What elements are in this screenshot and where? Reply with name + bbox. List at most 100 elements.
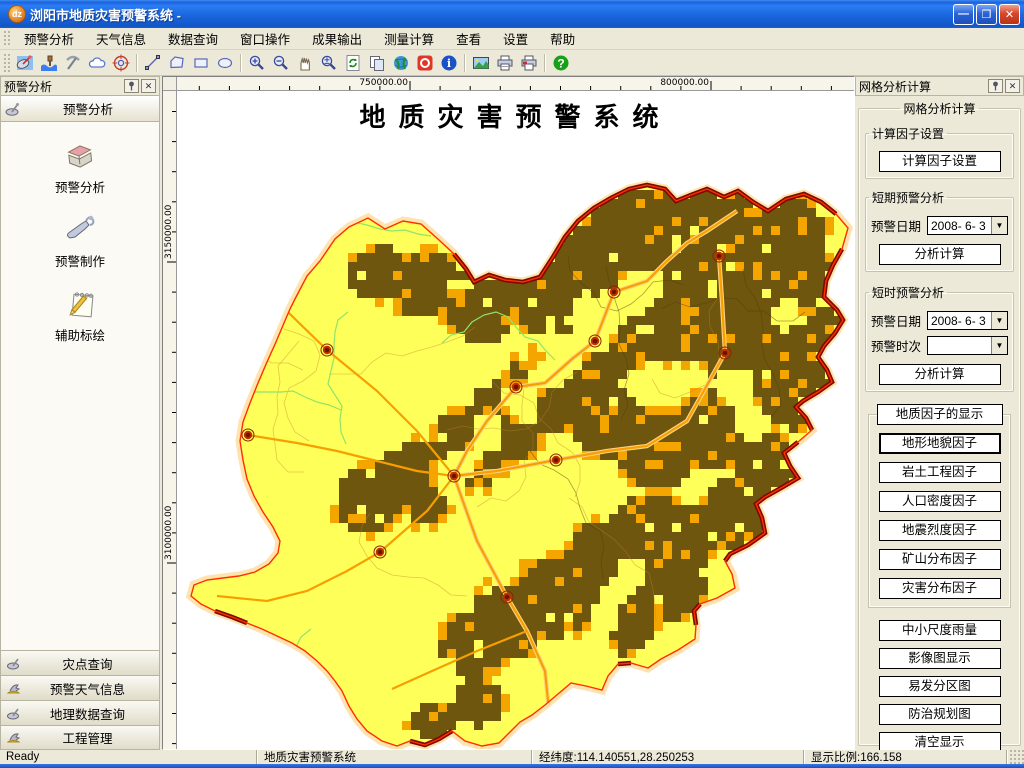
water-hammer-button[interactable] [37, 52, 61, 74]
close-button[interactable]: ✕ [999, 4, 1020, 25]
pan-hand-button[interactable] [293, 52, 317, 74]
ruler-corner [163, 77, 177, 91]
ruler-label-y1: 3150000.00 [164, 191, 174, 259]
toolbar: i ? [0, 50, 1024, 76]
warning-date2-value: 2008- 6- 3 [928, 312, 991, 329]
sidebar-item-geo-data-query[interactable]: 地理数据查询 [0, 700, 160, 725]
sidebar-item-project-manage[interactable]: 工程管理 [0, 725, 160, 750]
sidebar-item-aux-plotting[interactable]: 辅助标绘 [1, 286, 159, 344]
susceptibility-map-button[interactable]: 易发分区图 [879, 676, 1001, 697]
sidebar-item-warning-analysis[interactable]: 预警分析 [1, 138, 159, 196]
left-panel-body: 预警分析 预警制作 辅助标绘 [0, 122, 160, 650]
zoom-in-button[interactable] [245, 52, 269, 74]
sidebar-item-warning-making[interactable]: 预警制作 [1, 212, 159, 270]
ruler-label-y2: 3100000.00 [164, 492, 174, 560]
toolbar-grip[interactable] [3, 53, 10, 73]
draw-polygon-button[interactable] [165, 52, 189, 74]
warning-date-label: 预警日期 [871, 216, 927, 235]
sidebar-item-label: 预警制作 [55, 251, 105, 270]
menu-settings[interactable]: 设置 [492, 28, 539, 49]
restore-button[interactable]: ❐ [976, 4, 997, 25]
globe-button[interactable] [389, 52, 413, 74]
refresh-icon [344, 54, 362, 72]
target-icon [112, 54, 130, 72]
aux-plotting-icon [62, 286, 98, 322]
zoom-out-button[interactable] [269, 52, 293, 74]
immediate-analyze-button[interactable]: 分析计算 [879, 364, 1001, 385]
rainfall-scale-button[interactable]: 中小尺度雨量 [879, 620, 1001, 641]
chevron-down-icon[interactable]: ▼ [991, 217, 1007, 234]
image-view-icon [472, 54, 490, 72]
minimize-button[interactable]: — [953, 4, 974, 25]
close-panel-button[interactable]: ✕ [1005, 79, 1020, 93]
factor-mine-button[interactable]: 矿山分布因子 [879, 549, 1001, 570]
zoom-extent-button[interactable] [317, 52, 341, 74]
menu-result-output[interactable]: 成果输出 [301, 28, 373, 49]
menu-bar: 预警分析 天气信息 数据查询 窗口操作 成果输出 测量计算 查看 设置 帮助 [0, 28, 1024, 50]
compass-icon [6, 656, 21, 671]
warning-date2-combo[interactable]: 2008- 6- 3 ▼ [927, 311, 1008, 330]
warning-date-value: 2008- 6- 3 [928, 217, 991, 234]
app-icon: dz [8, 5, 26, 23]
map-canvas[interactable]: 地质灾害预警系统 [177, 91, 854, 749]
image-view-button[interactable] [469, 52, 493, 74]
sidebar-item-warning-weather[interactable]: 预警天气信息 [0, 675, 160, 700]
info-button[interactable]: i [437, 52, 461, 74]
factor-terrain-button[interactable]: 地形地貌因子 [879, 433, 1001, 454]
close-panel-button[interactable]: ✕ [141, 79, 156, 93]
warning-date-combo[interactable]: 2008- 6- 3 ▼ [927, 216, 1008, 235]
toolbar-separator [464, 54, 466, 72]
satellite-dish-button[interactable] [13, 52, 37, 74]
factor-disaster-button[interactable]: 灾害分布因子 [879, 578, 1001, 599]
menu-grip[interactable] [3, 30, 10, 47]
menu-data-query[interactable]: 数据查询 [157, 28, 229, 49]
cloud-icon [88, 54, 106, 72]
draw-rectangle-button[interactable] [189, 52, 213, 74]
factor-display-header-button[interactable]: 地质因子的显示 [877, 404, 1003, 425]
menu-view[interactable]: 查看 [445, 28, 492, 49]
short-term-analyze-button[interactable]: 分析计算 [879, 244, 1001, 265]
pin-button[interactable] [988, 79, 1003, 93]
resize-grip[interactable] [1008, 750, 1024, 764]
compass-icon [5, 101, 21, 117]
calc-factor-setting-button[interactable]: 计算因子设置 [879, 151, 1001, 172]
sidebar-item-disaster-query[interactable]: 灾点查询 [0, 650, 160, 675]
factor-geotech-button[interactable]: 岩土工程因子 [879, 462, 1001, 483]
chevron-down-icon[interactable]: ▼ [991, 312, 1007, 329]
draw-ellipse-icon [216, 54, 234, 72]
cloud-button[interactable] [85, 52, 109, 74]
menu-measure-calc[interactable]: 测量计算 [373, 28, 445, 49]
compass-icon [6, 706, 21, 721]
draw-ellipse-button[interactable] [213, 52, 237, 74]
factor-seismic-button[interactable]: 地震烈度因子 [879, 520, 1001, 541]
immediate-group: 短时预警分析 预警日期 2008- 6- 3 ▼ 预警时次 ▼ 分析计算 [865, 284, 1014, 392]
image-display-button[interactable]: 影像图显示 [879, 648, 1001, 669]
warning-making-icon [62, 212, 98, 248]
ruler-left: 3150000.00 3100000.00 [163, 91, 177, 749]
menu-warning-analysis[interactable]: 预警分析 [13, 28, 85, 49]
factor-population-button[interactable]: 人口密度因子 [879, 491, 1001, 512]
refresh-button[interactable] [341, 52, 365, 74]
draw-rectangle-icon [192, 54, 210, 72]
sidebar-bar-label: 工程管理 [21, 728, 154, 747]
menu-help[interactable]: 帮助 [539, 28, 586, 49]
warning-time-combo[interactable]: ▼ [927, 336, 1008, 355]
prevention-plan-button[interactable]: 防治规划图 [879, 704, 1001, 725]
chevron-down-icon[interactable]: ▼ [991, 337, 1007, 354]
print-setup-button[interactable] [517, 52, 541, 74]
target-button[interactable] [109, 52, 133, 74]
stop-button[interactable] [413, 52, 437, 74]
print-button[interactable] [493, 52, 517, 74]
draw-line-button[interactable] [141, 52, 165, 74]
window-titlebar: dz 浏阳市地质灾害预警系统 - — ❐ ✕ [0, 0, 1024, 28]
immediate-group-label: 短时预警分析 [869, 284, 947, 301]
copy-layers-button[interactable] [365, 52, 389, 74]
menu-weather-info[interactable]: 天气信息 [85, 28, 157, 49]
help-button[interactable]: ? [549, 52, 573, 74]
left-panel-header[interactable]: 预警分析 [0, 96, 160, 122]
copy-layers-icon [368, 54, 386, 72]
ruler-label-x1: 750000.00 [350, 78, 408, 88]
pick-tool-button[interactable] [61, 52, 85, 74]
pin-button[interactable] [124, 79, 139, 93]
menu-window-ops[interactable]: 窗口操作 [229, 28, 301, 49]
